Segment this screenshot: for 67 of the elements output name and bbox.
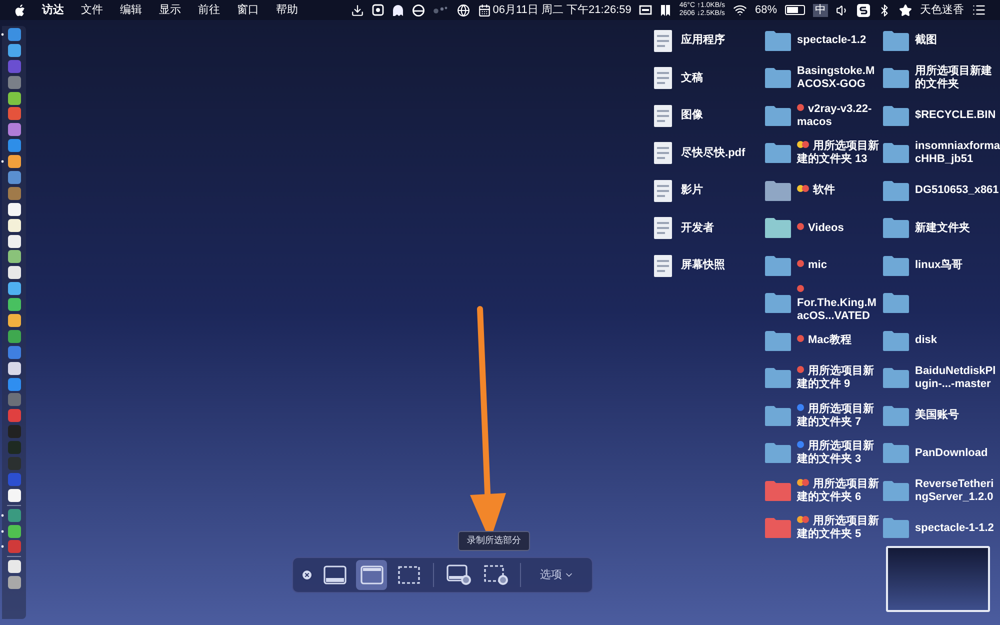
file-name: spectacle-1.2 <box>797 34 866 46</box>
globe-circle-icon[interactable] <box>412 4 425 16</box>
options-button[interactable]: 选项 <box>530 566 584 584</box>
menu-item[interactable]: 前往 <box>198 2 220 18</box>
screenshot-thumbnail[interactable] <box>886 546 990 612</box>
menu-item[interactable]: 文件 <box>81 2 103 18</box>
file-name: 应用程序 <box>681 34 726 46</box>
star-icon[interactable] <box>899 4 912 16</box>
menu-item[interactable]: 编辑 <box>120 2 142 18</box>
close-icon[interactable] <box>301 569 313 581</box>
file-name: 文稿 <box>681 72 704 84</box>
file-name: spectacle-1-1.2 <box>915 522 994 534</box>
menu-item[interactable]: 访达 <box>42 2 64 18</box>
tooltip: 录制所选部分 <box>458 531 530 550</box>
file-name: disk <box>915 334 938 346</box>
menu-item[interactable]: 窗口 <box>237 2 259 18</box>
calendar-icon[interactable] <box>478 4 491 16</box>
s-logo-icon[interactable] <box>857 4 870 16</box>
ghost-icon[interactable] <box>392 4 404 16</box>
file-name: $RECYCLE.BIN <box>915 109 996 122</box>
file-name: PanDownload <box>915 446 988 459</box>
bluetooth-icon[interactable] <box>878 4 891 16</box>
file-name: mic <box>808 259 827 272</box>
download-icon[interactable] <box>350 4 364 16</box>
menu-item[interactable]: 显示 <box>159 2 181 18</box>
clock[interactable]: 06月11日 周二 下午21:26:59 <box>492 2 632 18</box>
dots-icon[interactable] <box>432 5 449 15</box>
volume-icon[interactable] <box>836 4 849 16</box>
file-name: ReverseTetheringServer_1.2.0 <box>915 478 994 503</box>
file-name: DG510653_x861 <box>915 184 999 196</box>
file-name: 用所选项目新建的文件夹 13 <box>797 140 879 166</box>
file-name: Basingstoke.MACOSX-GOG <box>797 65 875 90</box>
list-icon[interactable] <box>972 3 986 17</box>
file-name: 用所选项目新建的文件夹 7 <box>797 402 874 428</box>
bookmark-icon[interactable] <box>660 4 672 16</box>
wifi-icon[interactable] <box>732 3 747 17</box>
file-name: For.The.King.MacOS...VATED <box>797 296 876 322</box>
file-name: 美国账号 <box>915 409 959 422</box>
file-name: 新建文件夹 <box>915 222 970 234</box>
capture-mode-button[interactable] <box>356 560 387 590</box>
file-name: 软件 <box>813 184 835 196</box>
file-name: 影片 <box>681 184 704 196</box>
file-name: 截图 <box>915 34 937 46</box>
apple-logo-icon[interactable] <box>14 4 26 16</box>
user-name[interactable]: 天色迷香 <box>920 2 964 18</box>
file-name: Mac教程 <box>808 334 852 346</box>
file-name: v2ray-v3.22-macos <box>797 102 872 128</box>
input-method[interactable]: 中 <box>813 4 828 16</box>
file-name: linux鸟哥 <box>915 259 963 272</box>
menu-item[interactable]: 帮助 <box>276 2 298 18</box>
window-icon[interactable] <box>639 5 652 15</box>
file-name: 用所选项目新建的文件夹 3 <box>797 440 874 466</box>
file-name: 用所选项目新建的文件夹 6 <box>797 478 879 503</box>
globe-icon[interactable] <box>456 4 470 16</box>
file-name: Videos <box>808 222 844 234</box>
file-name: 屏幕快照 <box>681 259 726 272</box>
file-name: 图像 <box>681 109 704 122</box>
file-name: 用所选项目新建的文件夹 5 <box>797 515 879 540</box>
battery-percent: 68% <box>754 2 777 18</box>
file-name: 用所选项目新建的文件夹 <box>915 65 992 90</box>
file-name: 用所选项目新建的文件 9 <box>797 365 874 390</box>
battery-icon[interactable] <box>785 5 805 15</box>
dock-app-icon[interactable] <box>0 155 20 168</box>
file-name: 尽快尽快.pdf <box>681 146 746 159</box>
file-name: BaiduNetdiskPlugin-...-master <box>915 365 996 390</box>
file-name: insomniaxformacHHB_jb51 <box>915 140 1000 166</box>
file-name: 开发者 <box>681 222 714 234</box>
